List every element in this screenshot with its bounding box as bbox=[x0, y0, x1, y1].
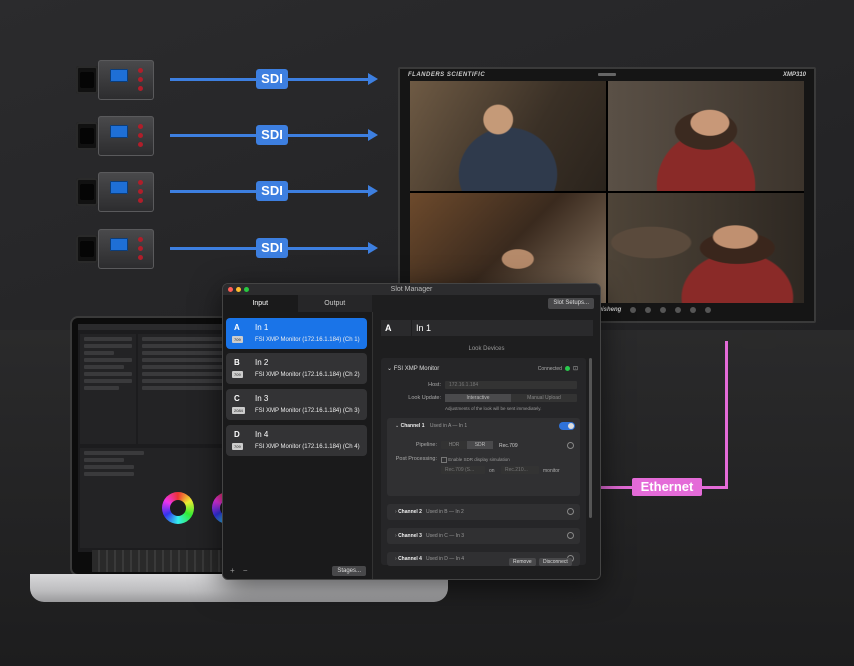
host-label: Host: bbox=[428, 382, 441, 388]
monitor-controls bbox=[630, 307, 711, 313]
look-update-interactive[interactable]: Interactive bbox=[445, 394, 511, 402]
status-dot-icon bbox=[564, 366, 570, 371]
laptop-keyboard bbox=[92, 550, 222, 572]
look-update-segmented: Interactive Manual Upload bbox=[445, 394, 577, 402]
video-feed-4 bbox=[608, 193, 804, 303]
slot-list: A In 1 709 FSI XMP Monitor (172.16.1.184… bbox=[223, 312, 373, 579]
channel-2-card[interactable]: › Channel 2 Used in B — In 2 bbox=[387, 504, 580, 520]
close-window-icon[interactable] bbox=[228, 287, 233, 292]
slot-item-d[interactable]: D In 4 709 FSI XMP Monitor (172.16.1.184… bbox=[226, 425, 367, 456]
monitor-stand bbox=[742, 333, 776, 349]
chevron-right-icon: › bbox=[395, 556, 397, 562]
stages-button[interactable]: Stages... bbox=[332, 566, 366, 576]
slot-item-a[interactable]: A In 1 709 FSI XMP Monitor (172.16.1.184… bbox=[226, 318, 367, 349]
zoom-window-icon[interactable] bbox=[244, 287, 249, 292]
slot-badge: 709 bbox=[232, 443, 243, 450]
add-slot-button[interactable]: + bbox=[230, 566, 235, 575]
chevron-right-icon: › bbox=[395, 533, 397, 539]
pipeline-hdr[interactable]: HDR bbox=[441, 441, 467, 449]
device-name: FSI XMP Monitor bbox=[393, 366, 440, 372]
channel-3-card[interactable]: › Channel 3 Used in C — In 3 bbox=[387, 528, 580, 544]
sdi-label: SDI bbox=[256, 238, 288, 258]
look-update-note: Adjustments of the look will be sent imm… bbox=[445, 406, 542, 411]
video-feed-1 bbox=[410, 81, 606, 191]
device-options-icon[interactable]: ⊡ bbox=[573, 365, 578, 372]
channel-1-toggle[interactable] bbox=[559, 422, 575, 430]
look-devices-heading: Look Devices bbox=[468, 346, 505, 352]
sdr-simulation-checkbox-label: Enable SDR display simulation bbox=[448, 457, 510, 463]
slot-badge: 2084 bbox=[232, 407, 245, 414]
look-update-label: Look Update: bbox=[408, 395, 441, 401]
slot-badge: 709 bbox=[232, 336, 243, 343]
chevron-right-icon: › bbox=[395, 509, 397, 515]
chevron-down-icon[interactable]: ⌄ bbox=[387, 366, 392, 372]
connection-status: Connected ⊡ bbox=[537, 365, 578, 373]
sdi-label: SDI bbox=[256, 69, 288, 89]
ethernet-line bbox=[725, 341, 728, 488]
pipeline-label: Pipeline: bbox=[415, 442, 437, 448]
slot-detail: A In 1 Look Devices ⌄ FSI XMP Monitor Co… bbox=[373, 312, 600, 579]
info-icon[interactable] bbox=[567, 508, 574, 515]
monitor-model: XMP310 bbox=[782, 72, 806, 78]
ethernet-label: Ethernet bbox=[632, 478, 702, 496]
slot-badge: 709 bbox=[232, 371, 243, 378]
camera-icon bbox=[76, 229, 154, 269]
scrollbar[interactable] bbox=[589, 358, 592, 518]
checkbox-icon[interactable] bbox=[441, 457, 447, 463]
post-processing-label: Post Processing: bbox=[395, 456, 437, 462]
minimize-window-icon[interactable] bbox=[236, 287, 241, 292]
info-icon[interactable] bbox=[567, 532, 574, 539]
post-processing-to-select[interactable]: Rec.210... bbox=[501, 466, 539, 474]
disconnect-button[interactable]: Disconnect bbox=[539, 558, 572, 566]
monitor-quad-view bbox=[410, 81, 804, 303]
remove-button[interactable]: Remove bbox=[509, 558, 536, 566]
sdi-label: SDI bbox=[256, 125, 288, 145]
tab-input[interactable]: Input bbox=[223, 295, 298, 312]
slot-name-field[interactable]: In 1 bbox=[412, 320, 593, 336]
look-update-manual[interactable]: Manual Upload bbox=[511, 394, 577, 402]
pipeline-segmented: HDR SDR bbox=[441, 441, 493, 449]
post-processing-from-select[interactable]: Rec.709 (S... bbox=[441, 466, 485, 474]
slot-manager-window: Slot Manager Input Output Slot Setups...… bbox=[222, 283, 601, 580]
sdi-label: SDI bbox=[256, 181, 288, 201]
chevron-down-icon[interactable]: ⌄ bbox=[395, 423, 399, 429]
camera-icon bbox=[76, 60, 154, 100]
tab-bar: Input Output bbox=[223, 295, 372, 312]
camera-icon bbox=[76, 116, 154, 156]
look-device-panel: ⌄ FSI XMP Monitor Connected ⊡ Host: 172.… bbox=[381, 358, 586, 566]
monitor-brand: FLANDERS SCIENTIFIC bbox=[408, 72, 486, 78]
channel-1-card: ⌄ Channel 1 Used in A — In 1 Pipeline: H… bbox=[387, 418, 580, 496]
video-feed-2 bbox=[608, 81, 804, 191]
slot-item-c[interactable]: C In 3 2084 FSI XMP Monitor (172.16.1.18… bbox=[226, 389, 367, 420]
window-title: Slot Manager bbox=[390, 286, 433, 293]
host-field[interactable]: 172.16.1.184 bbox=[445, 381, 577, 389]
info-icon[interactable] bbox=[567, 442, 574, 449]
laptop-screen bbox=[78, 324, 246, 552]
remove-slot-button[interactable]: − bbox=[243, 566, 248, 575]
pipeline-sdr[interactable]: SDR bbox=[467, 441, 493, 449]
slot-setups-button[interactable]: Slot Setups... bbox=[548, 298, 594, 309]
tab-output[interactable]: Output bbox=[298, 295, 373, 312]
pipeline-value: Rec.709 bbox=[499, 443, 518, 449]
slot-letter-field[interactable]: A bbox=[381, 320, 411, 336]
color-wheel-icon bbox=[162, 492, 194, 524]
camera-icon bbox=[76, 172, 154, 212]
window-titlebar: Slot Manager bbox=[223, 284, 600, 295]
slot-item-b[interactable]: B In 2 709 FSI XMP Monitor (172.16.1.184… bbox=[226, 353, 367, 384]
